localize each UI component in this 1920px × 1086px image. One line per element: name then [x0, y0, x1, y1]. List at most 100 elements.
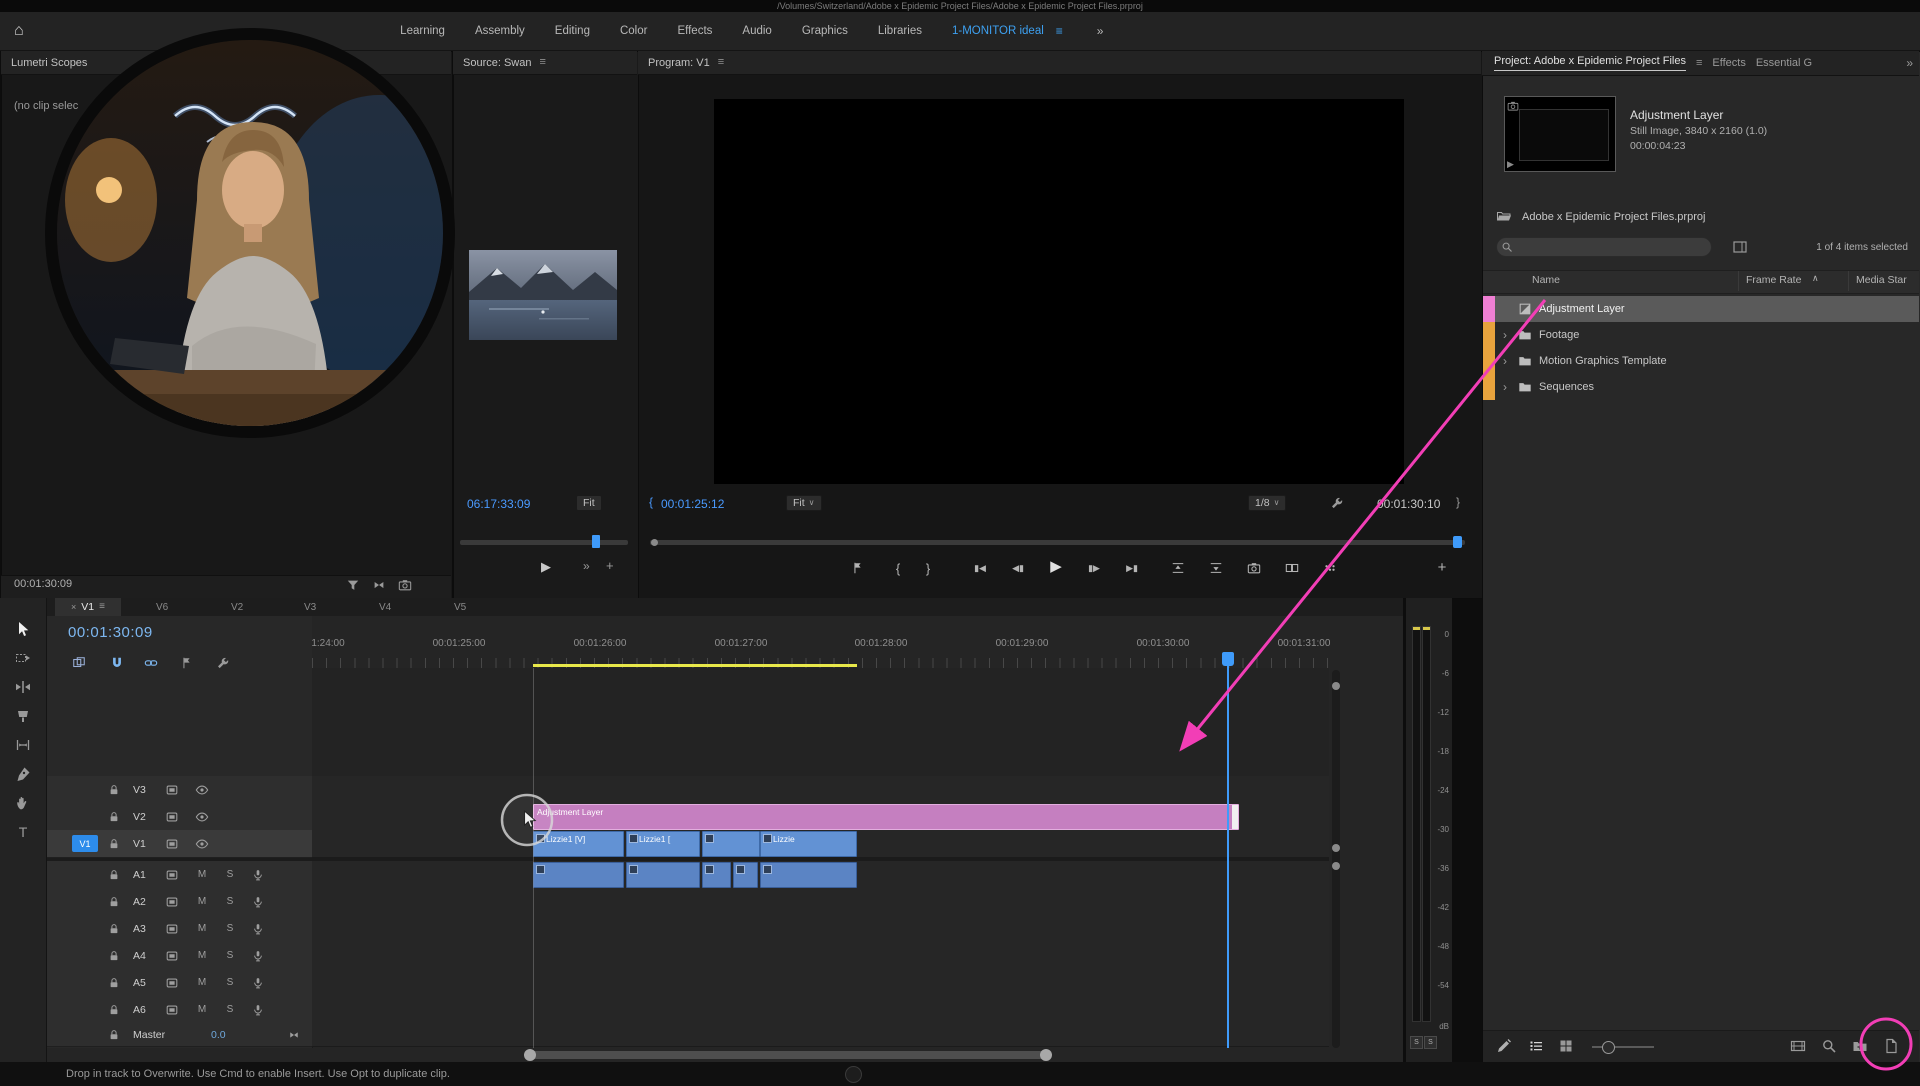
project-panel-menu-icon[interactable]: ≡	[1696, 57, 1702, 69]
column-divider[interactable]	[1848, 271, 1849, 291]
add-button[interactable]: +	[1430, 555, 1454, 579]
track-content-v3[interactable]	[312, 776, 1329, 804]
automate-to-sequence-icon[interactable]	[1790, 1038, 1806, 1059]
close-icon[interactable]: ×	[71, 602, 76, 612]
find-icon[interactable]	[1821, 1038, 1837, 1059]
solo-button[interactable]: S	[221, 947, 239, 965]
source-add-button[interactable]: +	[606, 559, 614, 572]
go-to-in-button[interactable]: ▮◀	[968, 556, 992, 580]
icon-view-icon[interactable]	[1558, 1038, 1574, 1059]
sequence-tab-active[interactable]: × V1 ≡	[55, 598, 121, 616]
timeline-horizontal-scrollbar[interactable]	[530, 1051, 1046, 1059]
track-target-icon[interactable]	[163, 947, 181, 965]
track-target-icon[interactable]	[163, 808, 181, 826]
timeline-vertical-scrollbar[interactable]	[1332, 670, 1340, 1048]
solo-button[interactable]: S	[221, 920, 239, 938]
workspace-tab-effects[interactable]: Effects	[677, 25, 712, 37]
track-name[interactable]: A6	[133, 1004, 146, 1016]
toggle-track-output-eye-icon[interactable]	[193, 781, 211, 799]
lumetri-panel-title[interactable]: Lumetri Scopes	[11, 57, 87, 69]
zoom-slider-handle[interactable]	[1602, 1041, 1615, 1054]
camera-icon[interactable]	[398, 578, 412, 597]
lock-icon[interactable]	[105, 808, 123, 826]
project-row-motion-graphics-template[interactable]: › Motion Graphics Template	[1483, 348, 1919, 374]
mark-out-button[interactable]: }	[916, 556, 940, 580]
toggle-track-output-eye-icon[interactable]	[193, 835, 211, 853]
add-marker-icon[interactable]	[180, 656, 194, 675]
source-playhead-handle[interactable]	[592, 535, 600, 548]
solo-button[interactable]: S	[221, 866, 239, 884]
voiceover-mic-icon[interactable]	[249, 974, 267, 992]
voiceover-mic-icon[interactable]	[249, 1001, 267, 1019]
lock-icon[interactable]	[105, 1026, 123, 1044]
source-overflow-icon[interactable]: »	[583, 560, 590, 572]
lock-icon[interactable]	[105, 835, 123, 853]
lock-icon[interactable]	[105, 974, 123, 992]
keyframe-nav-icon[interactable]	[285, 1026, 303, 1044]
timeline-audio-clip[interactable]	[626, 862, 700, 888]
search-input[interactable]	[1496, 237, 1712, 257]
mute-button[interactable]: M	[193, 893, 211, 911]
track-content-a3[interactable]	[312, 915, 1329, 943]
timeline-audio-clip[interactable]	[760, 862, 857, 888]
new-item-icon[interactable]	[1883, 1038, 1899, 1059]
solo-button[interactable]: S	[221, 974, 239, 992]
label-color-swatch[interactable]	[1483, 322, 1495, 348]
button-editor-button[interactable]	[1318, 556, 1342, 580]
tab-essential-graphics[interactable]: Essential G	[1756, 57, 1812, 69]
comparison-view-button[interactable]	[1280, 556, 1304, 580]
filter-funnel-icon[interactable]	[346, 578, 360, 597]
track-name[interactable]: A4	[133, 950, 146, 962]
tab-project[interactable]: Project: Adobe x Epidemic Project Files	[1494, 55, 1686, 71]
track-target-icon[interactable]	[163, 866, 181, 884]
snap-magnet-icon[interactable]	[110, 656, 124, 675]
timeline-timecode[interactable]: 00:01:30:09	[68, 624, 153, 641]
track-content-master[interactable]	[312, 1023, 1329, 1047]
program-video-preview[interactable]	[714, 99, 1404, 484]
lock-icon[interactable]	[105, 893, 123, 911]
track-name[interactable]: A3	[133, 923, 146, 935]
track-name[interactable]: V3	[133, 784, 146, 796]
toggle-track-output-eye-icon[interactable]	[193, 808, 211, 826]
solo-button[interactable]: S	[221, 1001, 239, 1019]
track-content-a2[interactable]	[312, 888, 1329, 916]
track-name[interactable]: Master	[133, 1029, 165, 1041]
mute-button[interactable]: M	[193, 1001, 211, 1019]
razor-tool[interactable]	[14, 707, 32, 725]
go-to-out-button[interactable]: ▶▮	[1120, 556, 1144, 580]
timeline-clip-lizzie[interactable]: Lizzie	[760, 831, 857, 857]
mute-button[interactable]: M	[193, 920, 211, 938]
label-color-swatch[interactable]	[1483, 348, 1495, 374]
track-name[interactable]: V2	[133, 811, 146, 823]
lock-icon[interactable]	[105, 1001, 123, 1019]
label-color-swatch[interactable]	[1483, 374, 1495, 400]
voiceover-mic-icon[interactable]	[249, 920, 267, 938]
program-fit-dropdown[interactable]: Fit ∨	[786, 495, 822, 511]
zoom-handle-right[interactable]	[1040, 1049, 1052, 1061]
lock-icon[interactable]	[105, 920, 123, 938]
timeline-clip-lizzie1-v[interactable]: Lizzie1 [V]	[533, 831, 624, 857]
timeline-settings-wrench-icon[interactable]	[216, 656, 230, 675]
panel-view-icon[interactable]	[1732, 239, 1748, 260]
track-content-a4[interactable]	[312, 942, 1329, 970]
timeline-audio-clip[interactable]	[533, 862, 624, 888]
sequence-tab-v6[interactable]: V6	[156, 598, 168, 616]
mute-button[interactable]: M	[193, 974, 211, 992]
workspace-tab-editing[interactable]: Editing	[555, 25, 590, 37]
type-tool[interactable]: T	[14, 823, 32, 841]
voiceover-mic-icon[interactable]	[249, 947, 267, 965]
workspace-tab-color[interactable]: Color	[620, 25, 647, 37]
track-target-icon[interactable]	[163, 920, 181, 938]
add-marker-button[interactable]	[846, 556, 870, 580]
track-target-icon[interactable]	[163, 835, 181, 853]
playhead-line[interactable]	[1227, 666, 1229, 1048]
project-writable-pencil-icon[interactable]	[1496, 1038, 1512, 1059]
project-row-adjustment-layer[interactable]: Adjustment Layer	[1483, 296, 1919, 322]
mute-button[interactable]: M	[193, 947, 211, 965]
chevron-right-icon[interactable]: ›	[1495, 381, 1515, 393]
sequence-tab-v2[interactable]: V2	[231, 598, 243, 616]
track-name[interactable]: A5	[133, 977, 146, 989]
program-settings-wrench-icon[interactable]	[1330, 496, 1344, 515]
ripple-edit-tool[interactable]	[14, 678, 32, 696]
step-back-button[interactable]: ◀▮	[1006, 556, 1030, 580]
